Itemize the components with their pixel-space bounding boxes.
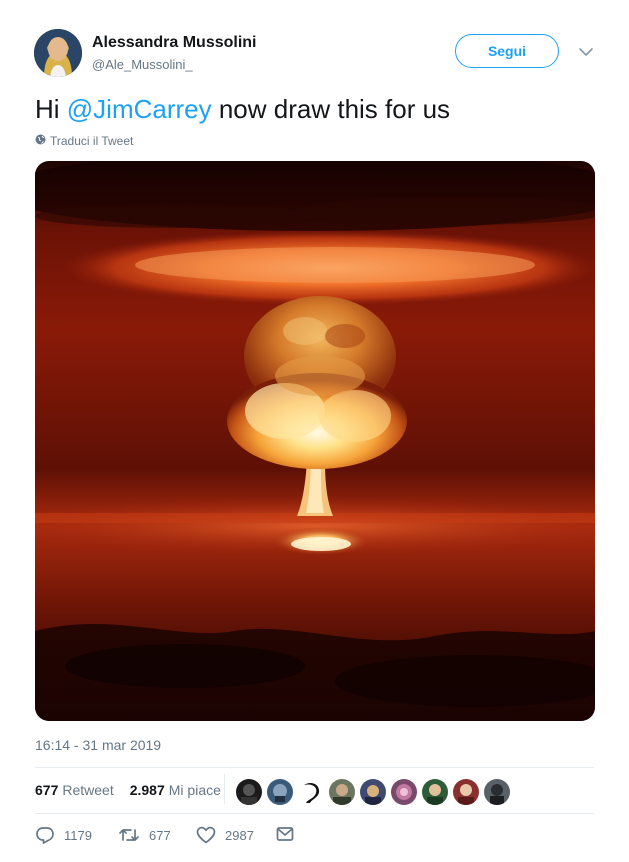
- likes-stat-label: Mi piace: [168, 782, 221, 798]
- tweet-timestamp[interactable]: 16:14 - 31 mar 2019: [35, 737, 161, 753]
- retweet-stat-count: 677: [35, 782, 59, 798]
- liker-avatar[interactable]: [421, 778, 449, 806]
- retweet-count: 677: [149, 827, 171, 843]
- tweet-text-before: Hi: [35, 94, 67, 124]
- chevron-down-icon[interactable]: [576, 44, 596, 60]
- follow-button[interactable]: Segui: [455, 34, 559, 68]
- author-avatar[interactable]: [34, 29, 82, 77]
- liker-avatar[interactable]: [266, 778, 294, 806]
- liker-avatar[interactable]: [390, 778, 418, 806]
- liker-avatar[interactable]: [359, 778, 387, 806]
- retweet-icon: [118, 826, 140, 844]
- direct-message-button[interactable]: [276, 826, 294, 842]
- author-name[interactable]: Alessandra Mussolini: [92, 34, 257, 52]
- reply-icon: [35, 826, 55, 844]
- tweet-stats: 677 Retweet 2.987 Mi piace: [35, 779, 221, 801]
- stats-divider: [224, 774, 225, 804]
- avatar-image: [34, 29, 82, 77]
- divider: [35, 767, 594, 768]
- mushroom-cloud-photo: [35, 161, 595, 721]
- translate-label: Traduci il Tweet: [50, 134, 134, 148]
- retweet-stat[interactable]: 677 Retweet: [35, 782, 114, 798]
- divider: [35, 813, 594, 814]
- envelope-icon: [276, 826, 294, 842]
- likes-stat[interactable]: 2.987 Mi piace: [130, 782, 221, 798]
- liker-avatar[interactable]: [452, 778, 480, 806]
- reply-count: 1179: [64, 827, 92, 843]
- reply-button[interactable]: 1179: [35, 826, 92, 844]
- like-count: 2987: [225, 827, 254, 843]
- author-handle[interactable]: @Ale_Mussolini_: [92, 57, 193, 72]
- like-button[interactable]: 2987: [196, 826, 254, 844]
- heart-icon: [196, 826, 216, 844]
- retweet-button[interactable]: 677: [118, 826, 171, 844]
- tweet-text: Hi @JimCarrey now draw this for us: [35, 94, 450, 125]
- liker-avatar[interactable]: [483, 778, 511, 806]
- liker-avatar[interactable]: [328, 778, 356, 806]
- tweet-media-image[interactable]: [35, 161, 595, 721]
- mention-link[interactable]: @JimCarrey: [67, 94, 212, 124]
- tweet-text-after: now draw this for us: [211, 94, 451, 124]
- liker-avatars: [235, 778, 511, 806]
- liker-avatar[interactable]: [297, 778, 325, 806]
- liker-avatar[interactable]: [235, 778, 263, 806]
- translate-tweet-link[interactable]: Traduci il Tweet: [35, 134, 133, 148]
- globe-icon: [35, 134, 46, 148]
- likes-stat-count: 2.987: [129, 782, 165, 798]
- retweet-stat-label: Retweet: [62, 782, 114, 798]
